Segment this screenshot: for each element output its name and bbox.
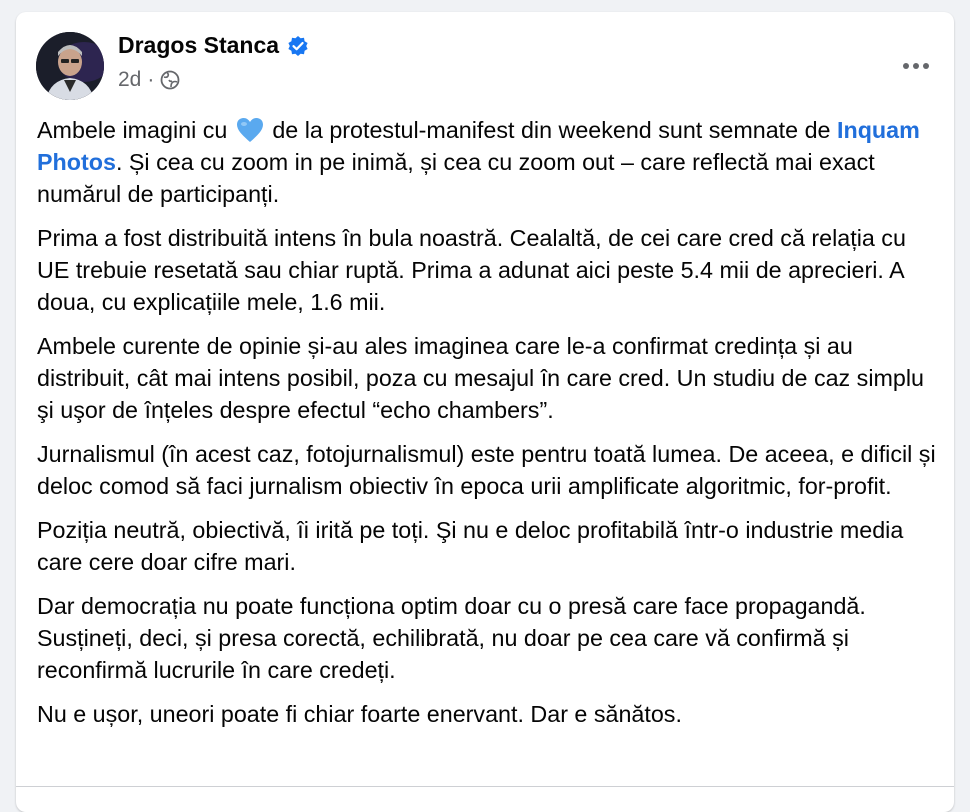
post-paragraph-5: Poziția neutră, obiectivă, îi irită pe t… bbox=[37, 517, 904, 575]
author-avatar[interactable] bbox=[36, 32, 104, 100]
post-paragraph-1: Ambele imagini cu de la protestul-manife… bbox=[37, 117, 920, 207]
post-paragraph-2: Prima a fost distribuită intens în bula … bbox=[37, 225, 906, 315]
author-name[interactable]: Dragos Stanca bbox=[118, 32, 279, 59]
post-paragraph-7: Nu e ușor, uneori poate fi chiar foarte … bbox=[37, 701, 682, 727]
post-paragraph-6: Dar democrația nu poate funcționa optim … bbox=[37, 593, 866, 683]
verified-badge-icon bbox=[287, 35, 309, 57]
author-row: Dragos Stanca bbox=[118, 32, 309, 59]
post-header: Dragos Stanca 2d · bbox=[36, 32, 936, 102]
post-paragraph-4: Jurnalismul (în acest caz, fotojurnalism… bbox=[37, 441, 936, 499]
more-options-icon[interactable] bbox=[896, 48, 936, 84]
post-paragraph-3: Ambele curente de opinie și-au ales imag… bbox=[37, 333, 924, 423]
post-card: Dragos Stanca 2d · Ambele imagini cu de … bbox=[16, 12, 954, 812]
post-meta: 2d · bbox=[118, 68, 180, 92]
post-body: Ambele imagini cu de la protestul-manife… bbox=[37, 114, 942, 742]
meta-separator: · bbox=[147, 68, 155, 91]
blue-heart-icon bbox=[236, 117, 264, 143]
post-timestamp[interactable]: 2d bbox=[118, 68, 141, 92]
globe-icon bbox=[160, 70, 180, 90]
post-divider bbox=[16, 786, 954, 787]
